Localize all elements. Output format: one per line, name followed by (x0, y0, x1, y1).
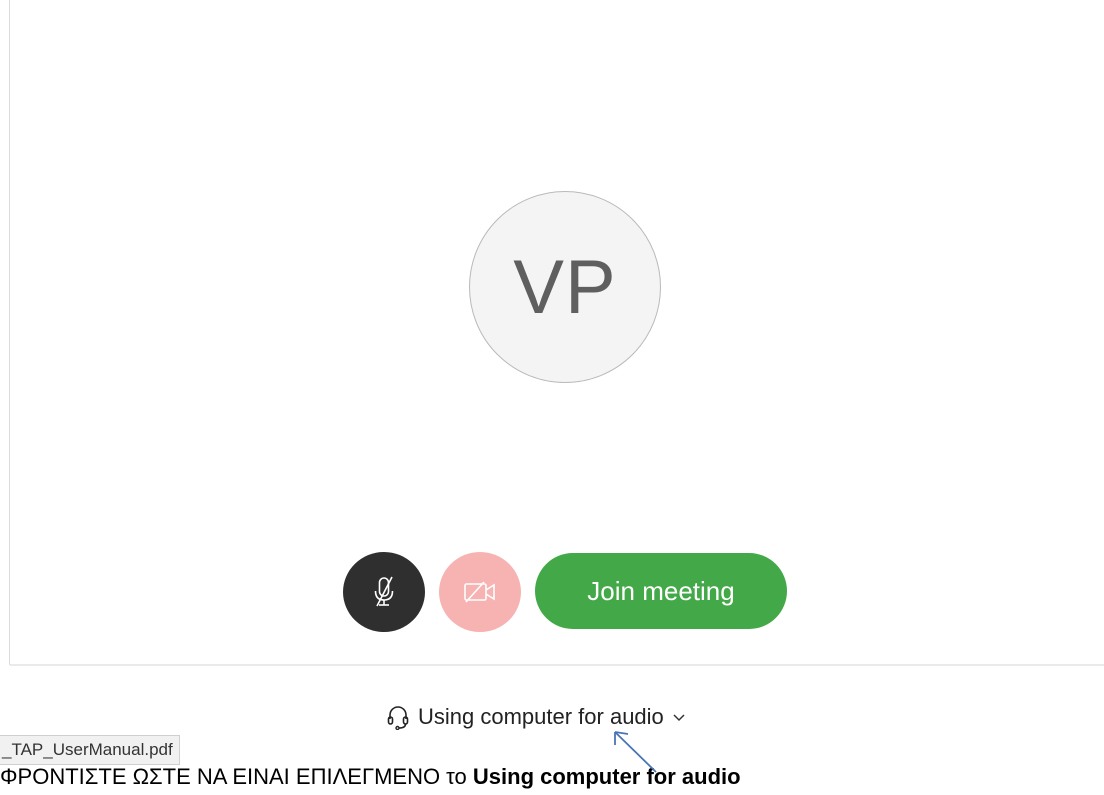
join-meeting-button[interactable]: Join meeting (535, 553, 787, 629)
divider (10, 664, 1104, 666)
video-toggle-button[interactable] (439, 552, 521, 632)
chevron-down-icon (673, 714, 685, 722)
left-border (9, 0, 10, 665)
instruction-prefix: ΦΡΟΝΤΙΣΤΕ ΩΣΤΕ ΝΑ ΕΙΝΑΙ ΕΠΙΛΕΓΜΕΝΟ το (0, 764, 473, 789)
avatar-initials: VP (513, 244, 617, 330)
file-tab[interactable]: _TAP_UserManual.pdf (0, 735, 180, 765)
mute-button[interactable] (343, 552, 425, 632)
video-off-icon (464, 581, 495, 603)
microphone-muted-icon (374, 576, 394, 607)
annotation-arrow-icon (614, 731, 657, 773)
avatar: VP (469, 191, 661, 383)
headset-icon (387, 706, 409, 730)
